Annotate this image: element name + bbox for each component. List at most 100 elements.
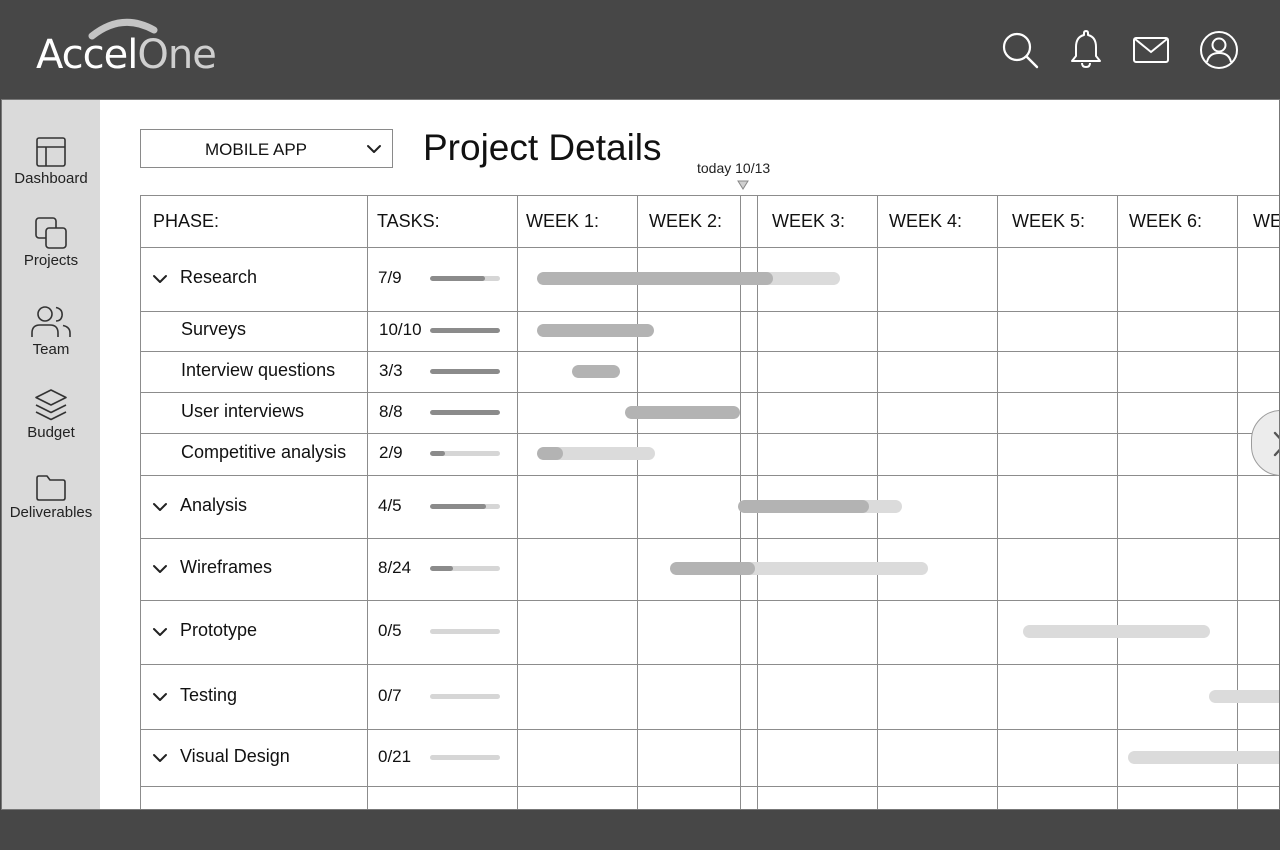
- user-icon[interactable]: [1199, 30, 1239, 70]
- expand-chevron-icon[interactable]: [152, 272, 168, 290]
- task-count: 0/7: [378, 685, 402, 705]
- column-header-tasks: TASKS:: [377, 211, 440, 231]
- gantt-bar-fill: [537, 324, 654, 337]
- phase-name[interactable]: Wireframes: [180, 557, 272, 578]
- task-name[interactable]: Interview questions: [181, 360, 335, 381]
- grid-line: [1117, 195, 1118, 809]
- logo-one: One: [137, 32, 216, 78]
- gantt-bar-fill: [625, 405, 740, 419]
- gantt-bar-fill: [537, 272, 773, 285]
- search-icon[interactable]: [1000, 30, 1040, 70]
- phase-name[interactable]: Analysis: [180, 495, 247, 516]
- grid-line: [140, 475, 1279, 476]
- progress-bar: [430, 754, 500, 760]
- progress-bar: [430, 693, 500, 699]
- accelone-logo[interactable]: AccelOne: [36, 14, 226, 84]
- phase-name[interactable]: Visual Design: [180, 746, 290, 767]
- layers-icon: [35, 389, 67, 421]
- task-count: 3/3: [379, 360, 403, 380]
- column-header-week: WEEK 4:: [889, 211, 963, 231]
- progress-bar: [430, 451, 500, 456]
- sidebar-item-budget[interactable]: Budget: [2, 388, 100, 458]
- phase-name[interactable]: Research: [180, 267, 257, 288]
- expand-chevron-icon[interactable]: [152, 751, 168, 769]
- gantt-bar[interactable]: [537, 447, 655, 460]
- gantt-bar[interactable]: [537, 272, 840, 285]
- sidebar: Dashboard Projects Team Budget Deliverab…: [2, 100, 100, 809]
- progress-bar: [430, 276, 500, 281]
- gantt-bar[interactable]: [1023, 625, 1210, 638]
- app-window: AccelOne Dashboard Projects Team Budget …: [0, 0, 1280, 850]
- sidebar-item-deliverables[interactable]: Deliverables: [2, 474, 100, 544]
- progress-bar-fill: [430, 503, 486, 509]
- task-count: 8/8: [379, 401, 403, 421]
- sidebar-item-label: Dashboard: [14, 170, 88, 187]
- gantt-bar-fill: [537, 447, 563, 460]
- task-name[interactable]: User interviews: [181, 401, 304, 422]
- progress-bar: [430, 328, 500, 333]
- bell-icon[interactable]: [1066, 30, 1106, 70]
- project-select[interactable]: MOBILE APP: [140, 129, 393, 168]
- task-name[interactable]: Surveys: [181, 319, 246, 340]
- gantt-bar[interactable]: [572, 364, 620, 378]
- top-bar: AccelOne: [0, 0, 1280, 100]
- grid-line: [140, 247, 1279, 248]
- sidebar-item-team[interactable]: Team: [2, 305, 100, 375]
- sidebar-item-label: Projects: [23, 252, 79, 269]
- task-count: 2/9: [379, 443, 403, 462]
- sidebar-item-projects[interactable]: Projects: [2, 216, 100, 286]
- sidebar-item-label: Budget: [27, 424, 75, 441]
- grid-line: [140, 392, 1279, 393]
- progress-bar: [430, 629, 500, 634]
- task-name[interactable]: Competitive analysis: [181, 442, 346, 463]
- grid-line: [140, 195, 1279, 196]
- task-count: 0/21: [378, 746, 412, 766]
- grid-line: [140, 600, 1279, 601]
- grid-line: [517, 195, 518, 809]
- page-title: Project Details: [423, 127, 662, 168]
- grid-line: [367, 195, 368, 809]
- column-header-week: WEEK 2:: [649, 211, 723, 231]
- gantt-bar[interactable]: [1128, 750, 1279, 764]
- column-header-week: WEEK 5:: [1012, 211, 1086, 231]
- column-header-week: WEEK 1:: [526, 211, 600, 231]
- progress-bar-fill: [430, 368, 500, 374]
- chevron-right-icon: [1273, 431, 1279, 457]
- grid-line: [140, 311, 1279, 312]
- content-frame: Dashboard Projects Team Budget Deliverab…: [1, 99, 1280, 810]
- mail-icon[interactable]: [1131, 30, 1171, 70]
- progress-bar-fill: [430, 276, 485, 281]
- expand-chevron-icon[interactable]: [152, 690, 168, 708]
- gantt-bar[interactable]: [537, 324, 654, 337]
- main-panel: MOBILE APP Project Details today 10/13 P…: [100, 100, 1279, 809]
- sidebar-item-dashboard[interactable]: Dashboard: [2, 136, 100, 206]
- expand-chevron-icon[interactable]: [152, 562, 168, 580]
- grid-line: [140, 538, 1279, 539]
- phase-name[interactable]: Testing: [180, 685, 237, 706]
- gantt-bar-fill: [670, 562, 755, 575]
- gantt-bar[interactable]: [670, 562, 928, 575]
- phase-name[interactable]: Prototype: [180, 620, 257, 641]
- gantt-bar[interactable]: [1209, 689, 1279, 703]
- grid-line: [637, 195, 638, 809]
- today-marker-icon: [737, 180, 749, 190]
- progress-bar: [430, 566, 500, 571]
- expand-chevron-icon[interactable]: [152, 625, 168, 643]
- grid-line: [140, 729, 1279, 730]
- task-count: 4/5: [378, 495, 402, 515]
- grid-line: [140, 433, 1279, 434]
- task-count: 8/24: [378, 558, 412, 577]
- column-header-week: WEEK 6:: [1129, 211, 1203, 231]
- gantt-bar[interactable]: [625, 405, 740, 419]
- gantt-bar-fill: [738, 499, 869, 513]
- today-label: today 10/13: [697, 160, 771, 176]
- gantt-grid: PHASE: TASKS: WEEK 1: WEEK 2: WEEK 3: WE…: [140, 195, 1279, 809]
- project-select-value: MOBILE APP: [204, 140, 308, 159]
- column-header-week: WEEK 3:: [772, 211, 846, 231]
- team-icon: [31, 306, 71, 337]
- progress-bar-fill: [430, 451, 445, 456]
- gantt-bar[interactable]: [738, 499, 902, 513]
- expand-chevron-icon[interactable]: [152, 500, 168, 518]
- logo-accel: Accel: [36, 32, 138, 78]
- grid-line: [140, 351, 1279, 352]
